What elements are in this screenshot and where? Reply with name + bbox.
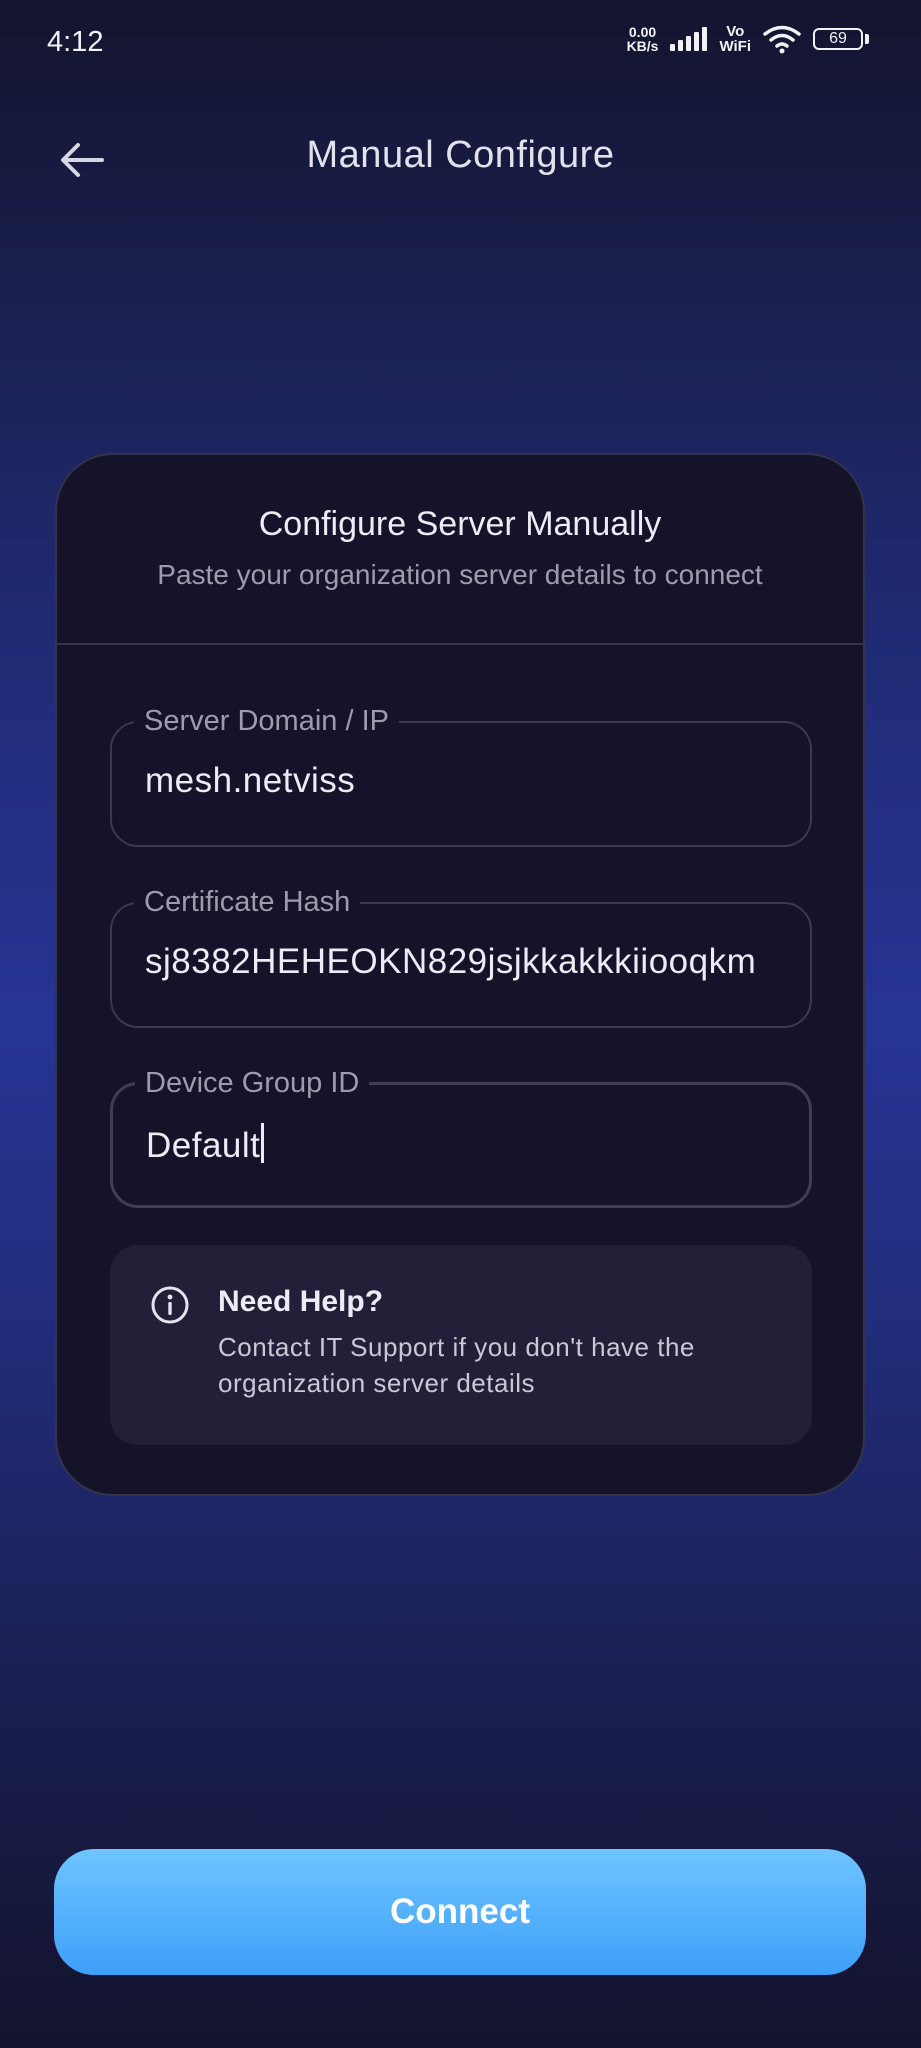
cellular-signal-icon (670, 27, 708, 51)
server-domain-label: Server Domain / IP (134, 703, 399, 739)
certificate-hash-value: sj8382HEHEOKN829jsjkkakkkiiooqkm (145, 942, 757, 981)
help-box: Need Help? Contact IT Support if you don… (110, 1245, 812, 1445)
vowifi-bottom: WiFi (719, 38, 751, 55)
status-time: 4:12 (47, 26, 104, 58)
vowifi-top: Vo (726, 23, 745, 40)
device-group-field[interactable]: Device Group ID Default (110, 1065, 812, 1208)
battery-level: 69 (813, 28, 863, 50)
info-icon (151, 1286, 189, 1324)
page-title: Manual Configure (306, 134, 615, 176)
connect-button[interactable]: Connect (54, 1849, 866, 1975)
server-domain-field[interactable]: Server Domain / IP mesh.netviss (110, 703, 812, 847)
device-group-label: Device Group ID (135, 1065, 370, 1101)
text-caret (261, 1123, 265, 1163)
network-speed-value: 0.00 (628, 24, 657, 40)
card-title: Configure Server Manually (258, 505, 662, 543)
status-bar: 4:12 0.00 KB/s Vo WiFi 69 (0, 0, 921, 88)
card-subtitle: Paste your organization server details t… (157, 559, 763, 590)
certificate-hash-label: Certificate Hash (134, 884, 361, 920)
battery-icon: 69 (813, 28, 869, 50)
status-icons: 0.00 KB/s Vo WiFi 69 (627, 24, 869, 54)
server-domain-input[interactable]: mesh.netviss (145, 761, 777, 801)
certificate-hash-input[interactable]: sj8382HEHEOKN829jsjkkakkkiiooqkm (145, 942, 777, 982)
certificate-hash-field[interactable]: Certificate Hash sj8382HEHEOKN829jsjkkak… (110, 884, 812, 1028)
wifi-icon (763, 25, 801, 54)
configure-card: Configure Server Manually Paste your org… (55, 453, 865, 1496)
device-group-input[interactable]: Default (146, 1123, 776, 1166)
device-group-value: Default (146, 1126, 261, 1165)
network-speed-indicator: 0.00 KB/s (627, 25, 659, 53)
card-header: Configure Server Manually Paste your org… (57, 455, 863, 645)
help-text: Contact IT Support if you don't have the… (218, 1332, 695, 1398)
vowifi-indicator: Vo WiFi (719, 24, 751, 54)
help-title: Need Help? (218, 1285, 384, 1318)
network-speed-unit: KB/s (626, 38, 659, 54)
